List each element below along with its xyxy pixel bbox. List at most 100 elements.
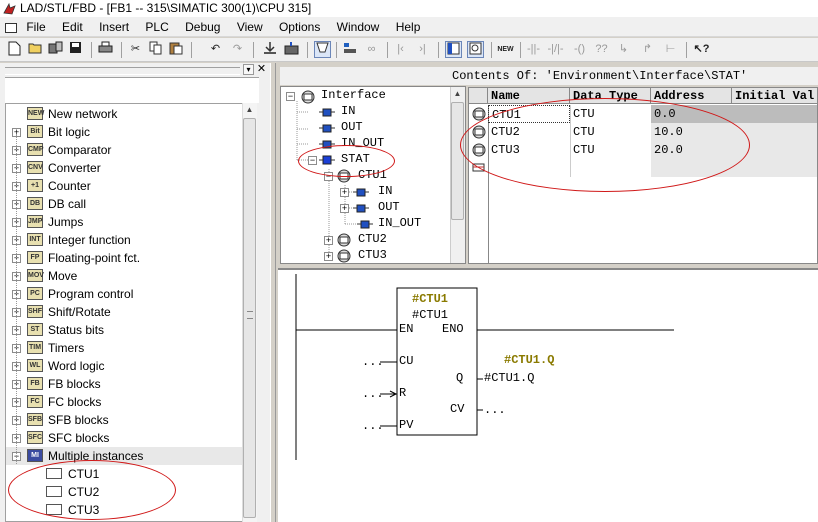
glasses-icon[interactable]: ∞ bbox=[363, 41, 380, 58]
normally-closed-icon[interactable]: -|/|- bbox=[547, 41, 564, 58]
col-initial-header[interactable]: Initial Val bbox=[732, 88, 817, 104]
ctu1-out-expand-icon[interactable]: + bbox=[340, 204, 349, 213]
copy-icon[interactable] bbox=[147, 41, 164, 58]
branch-open-icon[interactable]: ↳ bbox=[615, 41, 632, 58]
catalog-item-label: Comparator bbox=[48, 143, 112, 157]
interface-root-label[interactable]: Interface bbox=[321, 88, 386, 102]
module-info-icon[interactable] bbox=[341, 41, 358, 58]
catalog-item[interactable]: + +1 Counter bbox=[6, 177, 242, 195]
ctu3-expand-icon[interactable]: + bbox=[324, 252, 333, 261]
catalog-item[interactable]: + CNV Converter bbox=[6, 159, 242, 177]
tree-collapse-icon[interactable]: − bbox=[286, 92, 295, 101]
menu-edit[interactable]: Edit bbox=[62, 17, 83, 37]
branch-close-icon[interactable]: ↱ bbox=[639, 41, 656, 58]
catalog-item[interactable]: + SHF Shift/Rotate bbox=[6, 303, 242, 321]
param-in-label[interactable]: IN bbox=[341, 104, 355, 118]
new-icon[interactable] bbox=[6, 41, 23, 58]
catalog-item[interactable]: + SFB SFB blocks bbox=[6, 411, 242, 429]
q-operand[interactable]: #CTU1.Q bbox=[484, 371, 534, 385]
pin-eno-label: ENO bbox=[442, 322, 464, 336]
save-icon[interactable] bbox=[67, 41, 84, 58]
catalog-item[interactable]: + TIM Timers bbox=[6, 339, 242, 357]
catalog-item-icon: NEW bbox=[27, 107, 44, 120]
catalog-item[interactable]: + ST Status bits bbox=[6, 321, 242, 339]
program-elements-icon[interactable] bbox=[467, 41, 484, 58]
ctu2-expand-icon[interactable]: + bbox=[324, 236, 333, 245]
system-menu-icon[interactable] bbox=[5, 22, 17, 33]
help-icon[interactable]: ↖? bbox=[693, 41, 710, 58]
ctu1-inout-label[interactable]: IN_OUT bbox=[378, 216, 421, 230]
pv-operand[interactable]: ... bbox=[362, 419, 384, 433]
scroll-up-icon[interactable]: ▲ bbox=[451, 88, 464, 100]
menu-file[interactable]: File bbox=[26, 17, 45, 37]
catalog-item[interactable]: + FB FB blocks bbox=[6, 375, 242, 393]
pane-splitter[interactable] bbox=[270, 63, 276, 522]
pin-en-label: EN bbox=[399, 322, 414, 336]
network-icon[interactable]: NEW bbox=[497, 41, 514, 58]
cv-operand[interactable]: ... bbox=[484, 403, 506, 417]
catalog-item[interactable]: + PC Program control bbox=[6, 285, 242, 303]
r-operand[interactable]: ... bbox=[362, 387, 384, 401]
table-corner bbox=[469, 88, 488, 104]
menu-plc[interactable]: PLC bbox=[145, 17, 168, 37]
menu-help[interactable]: Help bbox=[396, 17, 421, 37]
catalog-item-icon: FC bbox=[27, 395, 43, 408]
menu-debug[interactable]: Debug bbox=[185, 17, 220, 37]
ctu1-in-label[interactable]: IN bbox=[378, 184, 392, 198]
cut-icon[interactable]: ✂ bbox=[127, 41, 144, 58]
redo-icon[interactable]: ↷ bbox=[229, 41, 246, 58]
catalog-item[interactable]: + CMP Comparator bbox=[6, 141, 242, 159]
catalog-item[interactable]: + INT Integer function bbox=[6, 231, 242, 249]
normally-open-icon[interactable]: -||- bbox=[525, 41, 542, 58]
pane-grip[interactable] bbox=[5, 67, 240, 75]
close-icon[interactable]: ✕ bbox=[256, 64, 267, 75]
paste-icon[interactable] bbox=[167, 41, 184, 58]
catalog-item[interactable]: + FC FC blocks bbox=[6, 393, 242, 411]
catalog-item[interactable]: + SFC SFC blocks bbox=[6, 429, 242, 447]
connect-icon[interactable]: ⊢ bbox=[662, 41, 679, 58]
monitor-icon[interactable] bbox=[314, 41, 331, 58]
ctu1-out-label[interactable]: OUT bbox=[378, 200, 400, 214]
ctu1-out-icon bbox=[353, 204, 369, 213]
instance-ctu3-icon bbox=[337, 249, 351, 263]
catalog-item[interactable]: + Bit Bit logic bbox=[6, 123, 242, 141]
download-icon[interactable] bbox=[261, 41, 278, 58]
open-icon[interactable] bbox=[27, 41, 44, 58]
catalog-item[interactable]: + DB DB call bbox=[6, 195, 242, 213]
tree-ctu2-label[interactable]: CTU2 bbox=[358, 232, 387, 246]
interface-scroll-thumb[interactable] bbox=[451, 102, 464, 220]
menu-view[interactable]: View bbox=[237, 17, 263, 37]
box-icon[interactable]: ?? bbox=[593, 41, 610, 58]
catalog-item[interactable]: + MOV Move bbox=[6, 267, 242, 285]
go-online-icon[interactable] bbox=[47, 41, 64, 58]
upload-icon[interactable] bbox=[283, 41, 300, 58]
jump-back-icon[interactable]: |‹ bbox=[392, 41, 409, 58]
catalog-item[interactable]: + JMP Jumps bbox=[6, 213, 242, 231]
coil-icon[interactable]: -() bbox=[571, 41, 588, 58]
scroll-up-icon[interactable]: ▲ bbox=[243, 104, 256, 116]
catalog-scroll-thumb[interactable] bbox=[243, 118, 256, 518]
catalog-item[interactable]: + WL Word logic bbox=[6, 357, 242, 375]
catalog-item-icon: TIM bbox=[27, 341, 43, 354]
print-icon[interactable] bbox=[97, 41, 114, 58]
menu-window[interactable]: Window bbox=[337, 17, 380, 37]
tree-ctu3-label[interactable]: CTU3 bbox=[358, 248, 387, 262]
menu-options[interactable]: Options bbox=[279, 17, 320, 37]
cu-operand[interactable]: ... bbox=[362, 355, 384, 369]
overview-icon[interactable] bbox=[445, 41, 462, 58]
menu-insert[interactable]: Insert bbox=[99, 17, 129, 37]
param-out-label[interactable]: OUT bbox=[341, 120, 363, 134]
jump-forward-icon[interactable]: ›| bbox=[414, 41, 431, 58]
catalog-item[interactable]: NEW New network bbox=[6, 105, 242, 123]
undo-icon[interactable]: ↶ bbox=[207, 41, 224, 58]
catalog-item-label: Counter bbox=[48, 179, 91, 193]
catalog-item-label: Jumps bbox=[48, 215, 84, 229]
pane-minimize-button[interactable]: ▾ bbox=[243, 64, 254, 75]
block-type-label: #CTU1 bbox=[412, 308, 449, 322]
catalog-item-label: Converter bbox=[48, 161, 101, 175]
ctu1-in-expand-icon[interactable]: + bbox=[340, 188, 349, 197]
contents-of-label: Contents Of: 'Environment\Interface\STAT… bbox=[452, 67, 818, 85]
catalog-item-icon: CNV bbox=[27, 161, 43, 174]
catalog-item[interactable]: + FP Floating-point fct. bbox=[6, 249, 242, 267]
instance-db-label[interactable]: #CTU1 bbox=[412, 292, 448, 306]
